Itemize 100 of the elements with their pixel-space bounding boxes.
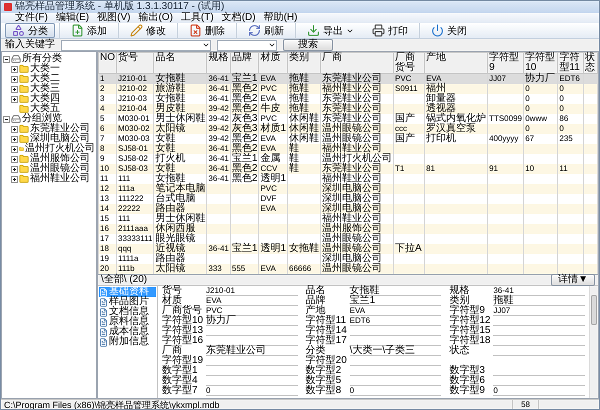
filter-dropdown[interactable] (217, 40, 277, 50)
input-field[interactable]: EDT6 (350, 316, 442, 326)
column-header[interactable]: 状态 (583, 52, 598, 74)
power-icon (431, 24, 444, 37)
column-header[interactable]: 字符型9 (488, 52, 524, 74)
field-label: 产地 (306, 306, 326, 316)
menu-item[interactable]: 工具(T) (180, 13, 214, 23)
input-field[interactable]: 0 (206, 386, 298, 396)
detail-tab[interactable]: 文档信息 (99, 307, 156, 317)
app-icon (4, 3, 12, 11)
field-label: 品牌 (306, 296, 327, 306)
column-header[interactable]: 字符型10 (524, 52, 558, 74)
input-field[interactable]: 拖鞋 (493, 296, 585, 306)
column-header[interactable]: 类别 (288, 52, 320, 74)
column-header[interactable]: 品牌 (230, 52, 259, 74)
toolbar-button[interactable]: 分类 (5, 23, 55, 38)
column-header[interactable]: 货号 (116, 52, 154, 74)
menu-item[interactable]: 输出(O) (138, 13, 173, 23)
tree-item[interactable]: 分组浏览 (3, 114, 95, 124)
field-label: 品名 (306, 286, 327, 296)
column-header[interactable]: 字符型11 (558, 52, 584, 74)
column-header[interactable]: 厂商货号 (394, 52, 425, 74)
input-field[interactable]: PVC (206, 306, 298, 316)
field-label: 字符型13 (162, 326, 204, 336)
input-field[interactable]: 36-41 (493, 286, 585, 296)
tree-item[interactable]: 大类三 (3, 84, 95, 94)
column-header[interactable]: 品名 (154, 52, 207, 74)
field-label: 字符型17 (306, 336, 348, 346)
input-field[interactable]: 女拖鞋 (350, 286, 442, 296)
search-label: 输入关键字 (5, 39, 55, 51)
keyword-field[interactable] (61, 40, 211, 50)
menu-item[interactable]: 文档(D) (222, 13, 256, 23)
toolbar-button[interactable]: 删除 (182, 23, 232, 38)
input-field[interactable]: \大类一\子类三 (350, 346, 442, 356)
drive-icon (11, 114, 21, 124)
field-label: 字符型12 (449, 316, 492, 326)
input-field[interactable]: EVA (206, 296, 298, 306)
field-label: 分类 (306, 346, 326, 356)
tree-item[interactable]: 大类一 (3, 64, 95, 74)
input-field[interactable]: 0 (350, 386, 442, 396)
toolbar-button[interactable]: 添加 (64, 23, 114, 38)
table-cell: 温州眼镜公司 (320, 264, 394, 274)
field-label: 字符型19 (162, 356, 204, 366)
column-header[interactable]: NO (98, 52, 116, 74)
tree-item[interactable]: 大类五 (3, 104, 95, 114)
column-header[interactable]: 厂商 (320, 52, 394, 74)
field-label: 数字型1 (162, 366, 199, 376)
folder-icon (19, 84, 29, 94)
pencil-icon (130, 24, 143, 37)
folder-icon (19, 174, 29, 184)
field-label: 数字型7 (162, 386, 199, 396)
printer-icon (372, 24, 385, 37)
details-button[interactable]: 详情▼ (551, 274, 595, 286)
tree-item[interactable]: 大类四 (3, 94, 95, 104)
detail-tab[interactable]: 成本信息 (99, 327, 156, 337)
menu-item[interactable]: 文件(F) (15, 13, 48, 23)
toolbar-button[interactable]: 刷新 (241, 23, 291, 38)
input-field[interactable]: J210-01 (206, 286, 298, 296)
table-cell: 太阳镜 (154, 264, 207, 274)
folder-icon (19, 74, 29, 84)
folder-icon (19, 164, 29, 174)
field-label: 字符型11 (306, 316, 348, 326)
table-cell: 66666 (288, 264, 320, 274)
column-header[interactable]: 规格 (206, 52, 230, 74)
tree-item[interactable]: 温州眼镜公司 (3, 164, 95, 174)
toolbar-button[interactable]: 打印 (365, 23, 415, 38)
toolbar-button[interactable]: 导出 (300, 23, 361, 38)
input-field[interactable]: JJ07 (493, 306, 585, 316)
toolbar-button[interactable]: 修改 (123, 23, 173, 38)
add-file-icon (71, 24, 84, 37)
input-field[interactable]: 0 (493, 386, 585, 396)
field-label: 材质 (162, 296, 182, 306)
detail-tab[interactable]: 样品图片 (99, 297, 156, 307)
tree-item[interactable]: 东莞鞋业公司 (3, 124, 95, 134)
input-field[interactable]: EVA (350, 306, 442, 316)
detail-tab[interactable]: 附加信息 (99, 337, 156, 347)
tree-item[interactable]: 深圳电脑公司 (3, 134, 95, 144)
search-button[interactable]: 搜索 (283, 39, 333, 51)
collapse-icon[interactable] (3, 56, 10, 62)
scrollbar[interactable] (589, 286, 598, 398)
menu-item[interactable]: 编辑(E) (56, 13, 90, 23)
field-label: 类别 (449, 296, 470, 306)
tree-item[interactable]: 福州鞋业公司 (3, 174, 95, 184)
detail-tab[interactable]: 原料信息 (99, 317, 156, 327)
tree-item[interactable]: 大类二 (3, 74, 95, 84)
input-field[interactable]: 东莞鞋业公司 (206, 346, 298, 356)
menu-item[interactable]: 帮助(H) (264, 13, 298, 23)
column-header[interactable]: 材质 (258, 52, 288, 74)
field-label: 数字型8 (306, 386, 342, 396)
field-label: 字符型9 (449, 306, 486, 316)
collapse-icon[interactable] (3, 116, 10, 122)
tree-item[interactable]: 所有分类 (3, 54, 95, 64)
dropdown-icon (268, 41, 276, 49)
menu-item[interactable]: 视图(V) (97, 13, 130, 23)
tree-item[interactable]: 温州服饰公司 (3, 154, 95, 164)
input-field[interactable]: 协力厂 (206, 316, 298, 326)
input-field[interactable]: 宝兰1 (350, 296, 442, 306)
column-header[interactable]: 产地 (424, 52, 488, 74)
toolbar-button[interactable]: 关闭 (424, 23, 474, 38)
tree-item[interactable]: 温州打火机公司 (3, 144, 95, 154)
